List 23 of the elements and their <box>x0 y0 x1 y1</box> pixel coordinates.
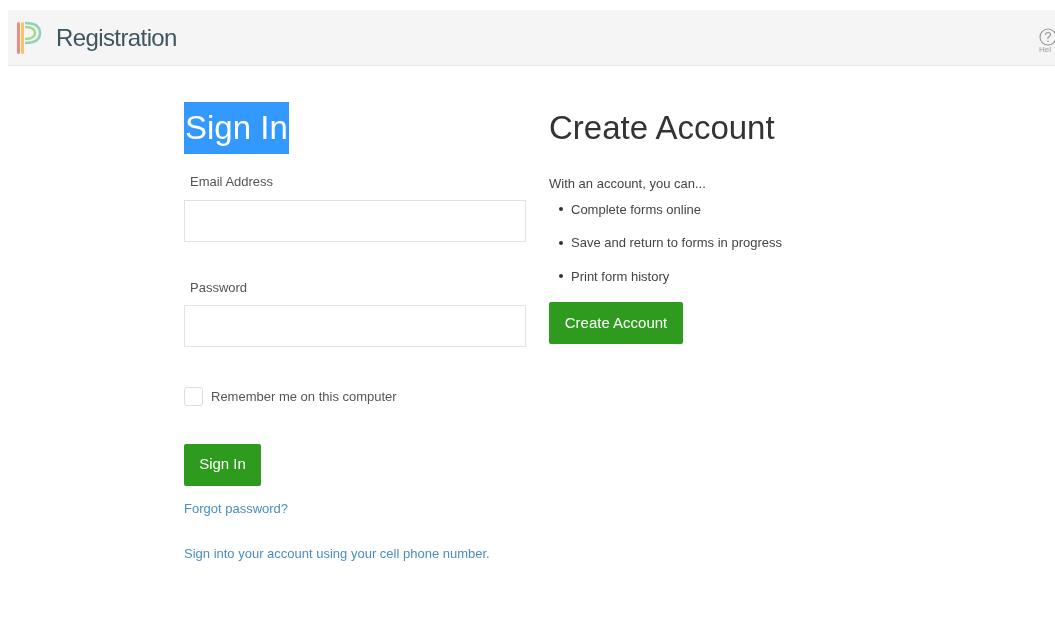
help-icon[interactable] <box>1039 27 1055 46</box>
intro-text: With an account, you can... <box>549 175 706 193</box>
sign-in-heading: Sign In <box>184 102 289 154</box>
create-account-button[interactable]: Create Account <box>549 302 683 344</box>
field-label: Password <box>190 278 249 297</box>
remember-label: Remember me on this computer <box>211 388 397 406</box>
sign-in-button[interactable]: Sign In <box>184 443 261 486</box>
field-label: Email Address <box>190 173 275 191</box>
benefit-text: Save and return to forms in progress <box>571 234 782 252</box>
benefit-text: Print form history <box>571 267 670 286</box>
create-account-heading: Create Account <box>549 108 775 148</box>
bullet-icon <box>559 240 563 245</box>
password-field[interactable] <box>184 305 526 347</box>
bullet-icon <box>559 207 563 212</box>
forgot-password-link[interactable]: Forgot password? <box>184 498 289 518</box>
help-label[interactable]: Hel <box>1039 45 1051 54</box>
remember-checkbox[interactable] <box>184 387 203 407</box>
benefit-text: Complete forms online <box>571 200 702 219</box>
phone-sign-in-link[interactable]: Sign into your account using your cell phone number. <box>184 544 490 564</box>
bullet-icon <box>559 274 563 279</box>
app-title: Registration <box>56 22 177 53</box>
logo-icon <box>16 19 42 56</box>
email-field[interactable] <box>184 199 526 242</box>
